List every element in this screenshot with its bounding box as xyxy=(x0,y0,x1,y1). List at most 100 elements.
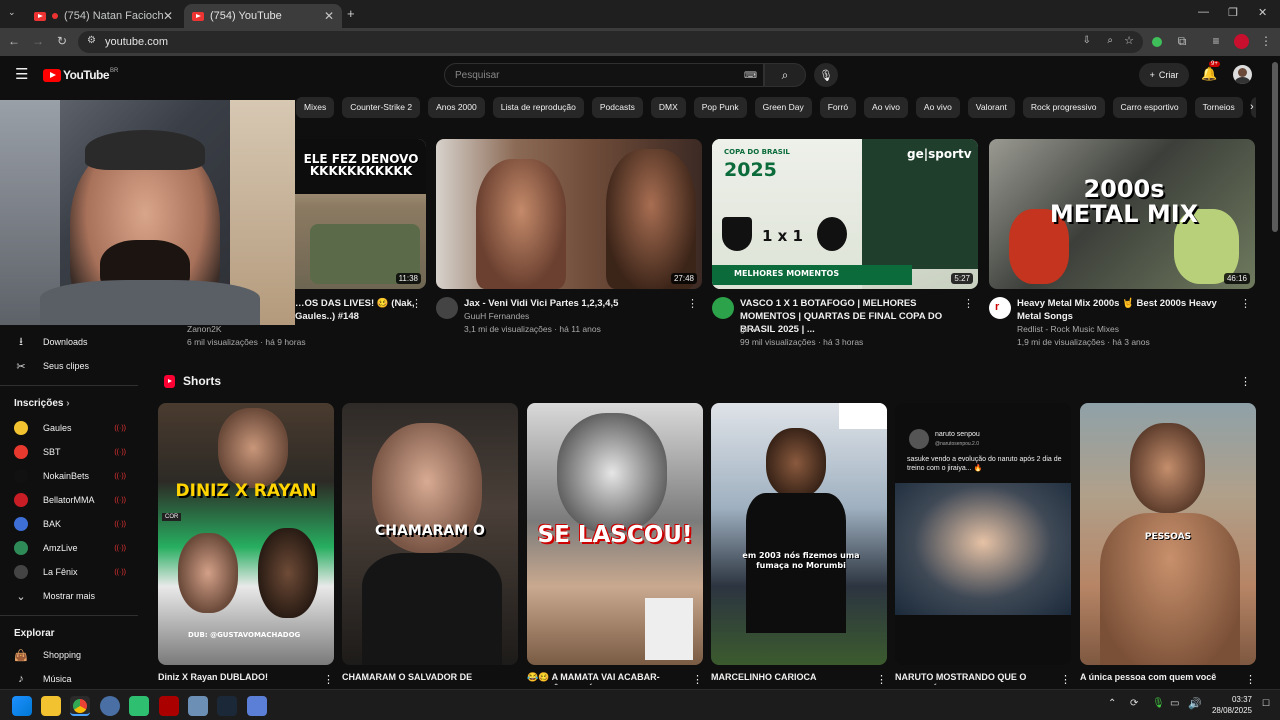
notifications-bell-icon[interactable]: 🔔 xyxy=(1201,66,1217,82)
subscription-item[interactable]: SBT ((·)) xyxy=(14,442,126,462)
video-thumbnail[interactable]: COPA DO BRASIL 2025 ge|sportv 1 x 1 MELH… xyxy=(712,139,978,289)
video-thumbnail[interactable]: 2000s METAL MIX 46:16 xyxy=(989,139,1255,289)
tab-youtube[interactable]: (754) YouTube ✕ xyxy=(184,4,342,28)
youtube-logo[interactable]: YouTube BR xyxy=(43,68,118,82)
minimize-button[interactable]: — xyxy=(1198,6,1209,18)
more-options-icon[interactable]: ⋮ xyxy=(1240,297,1251,310)
video-card[interactable]: 27:48 Jax - Veni Vidi Vici Partes 1,2,3,… xyxy=(436,139,702,357)
filter-chip[interactable]: Green Day xyxy=(754,97,812,118)
app-icon[interactable] xyxy=(159,696,179,716)
short-thumbnail[interactable]: naruto senpou @narutosenpou.2.0 sasuke v… xyxy=(895,403,1071,665)
sidebar-item-downloads[interactable]: ⭳ Downloads xyxy=(14,332,126,352)
filter-chip[interactable]: Forró xyxy=(819,97,857,118)
more-options-icon[interactable]: ⋮ xyxy=(1060,673,1071,686)
short-thumbnail[interactable]: PESSOAS xyxy=(1080,403,1256,665)
maximize-button[interactable]: ❐ xyxy=(1228,6,1238,19)
reload-icon[interactable]: ↻ xyxy=(54,34,70,48)
short-card[interactable]: DINIZ X RAYAN COR DUB: @GUSTAVOMACHADOG … xyxy=(158,403,334,686)
channel-name[interactable]: GuuH Fernandes xyxy=(464,310,529,323)
filter-chip[interactable]: Torneios xyxy=(1194,97,1243,118)
channel-name[interactable]: ge ✔ xyxy=(740,323,759,336)
shorts-more-options-icon[interactable]: ⋮ xyxy=(1240,375,1251,388)
subscription-item[interactable]: Gaules ((·)) xyxy=(14,418,126,438)
video-card[interactable]: 2000s METAL MIX 46:16 r Heavy Metal Mix … xyxy=(989,139,1255,357)
more-options-icon[interactable]: ⋮ xyxy=(411,297,422,310)
tray-app-icon[interactable]: ⟳ xyxy=(1130,698,1138,709)
file-explorer-icon[interactable] xyxy=(41,696,61,716)
microphone-tray-icon[interactable]: 🎙 xyxy=(1152,698,1165,709)
filter-chip[interactable]: Lista de reprodução xyxy=(492,97,584,118)
filter-chip[interactable]: DMX xyxy=(650,97,686,118)
notification-center-icon[interactable]: ☐ xyxy=(1262,698,1270,709)
more-options-icon[interactable]: ⋮ xyxy=(323,673,334,686)
sidebar-item-shopping[interactable]: 👜 Shopping xyxy=(14,645,126,665)
channel-avatar[interactable] xyxy=(712,297,734,319)
tab-natan[interactable]: (754) Natan Faciochi CB/RB/CD ✕ xyxy=(26,4,181,28)
short-thumbnail[interactable]: DINIZ X RAYAN COR DUB: @GUSTAVOMACHADOG xyxy=(158,403,334,665)
reading-list-icon[interactable]: ≡ xyxy=(1208,34,1224,48)
filter-chip[interactable]: Counter-Strike 2 xyxy=(342,97,421,118)
video-thumbnail[interactable]: 27:48 xyxy=(436,139,702,289)
site-info-icon[interactable]: ⚙ xyxy=(87,35,96,46)
filter-chip[interactable]: Valorant xyxy=(967,97,1015,118)
filter-chip[interactable]: Mixes xyxy=(296,97,335,118)
video-title[interactable]: VASCO 1 X 1 BOTAFOGO | MELHORES MOMENTOS… xyxy=(740,297,962,336)
short-title[interactable]: NARUTO MOSTRANDO QUE O JIRAIYA É O MAIOR… xyxy=(895,671,1050,685)
more-options-icon[interactable]: ⋮ xyxy=(876,673,887,686)
short-title[interactable]: Diniz X Rayan DUBLADO! #dublagem #brasil… xyxy=(158,671,313,685)
filter-chip[interactable]: Anos 2000 xyxy=(428,97,485,118)
extension-green-icon[interactable] xyxy=(1152,37,1162,47)
short-title[interactable]: MARCELINHO CARIOCA RELEMBRA SEU GOL MAIS… xyxy=(711,671,866,685)
system-clock[interactable]: 03:37 28/08/2025 xyxy=(1210,694,1252,716)
show-more-button[interactable]: ⌄ Mostrar mais xyxy=(14,586,126,606)
app-icon[interactable] xyxy=(188,696,208,716)
more-options-icon[interactable]: ⋮ xyxy=(687,297,698,310)
short-title[interactable]: A única pessoa com quem você deve se com… xyxy=(1080,671,1235,685)
zoom-icon[interactable]: ⌕ xyxy=(1107,35,1113,46)
close-tab-icon[interactable]: ✕ xyxy=(324,9,334,23)
short-card[interactable]: naruto senpou @narutosenpou.2.0 sasuke v… xyxy=(895,403,1071,686)
subscription-item[interactable]: BellatorMMA ((·)) xyxy=(14,490,126,510)
more-options-icon[interactable]: ⋮ xyxy=(963,297,974,310)
steam-icon[interactable] xyxy=(217,696,237,716)
keyboard-icon[interactable]: ⌨ xyxy=(744,70,757,81)
filter-chip[interactable]: Pop Punk xyxy=(693,97,747,118)
short-title[interactable]: CHAMARAM O SALVADOR DE OLHO... mas deu r… xyxy=(342,671,497,685)
short-thumbnail[interactable]: em 2003 nós fizemos uma fumaça no Morumb… xyxy=(711,403,887,665)
filter-chip[interactable]: Ao vivo xyxy=(864,97,908,118)
extensions-icon[interactable]: ⧉ xyxy=(1174,34,1190,49)
more-options-icon[interactable]: ⋮ xyxy=(1245,673,1256,686)
address-bar[interactable]: ⚙ youtube.com ⇩ ⌕ ☆ xyxy=(78,31,1143,53)
filter-chip[interactable]: Rock progressivo xyxy=(1022,97,1105,118)
filter-chip[interactable]: Podcasts xyxy=(591,97,643,118)
chrome-icon[interactable] xyxy=(70,696,90,716)
short-title[interactable]: 😂🥴 A MAMATA VAI ACABAR- CACHÊ DE ATÉ R$ … xyxy=(527,671,682,685)
subscription-item[interactable]: AmzLive ((·)) xyxy=(14,538,126,558)
video-title[interactable]: Jax - Veni Vidi Vici Partes 1,2,3,4,5 xyxy=(464,297,686,310)
volume-icon[interactable]: 🔊 xyxy=(1188,697,1202,710)
app-icon[interactable] xyxy=(129,696,149,716)
short-thumbnail[interactable]: SE LASCOU! xyxy=(527,403,703,665)
create-button[interactable]: + Criar xyxy=(1139,63,1189,87)
subscription-item[interactable]: La Fênix ((·)) xyxy=(14,562,126,582)
more-options-icon[interactable]: ⋮ xyxy=(692,673,703,686)
channel-avatar[interactable]: r xyxy=(989,297,1011,319)
sidebar-item-clips[interactable]: ✂ Seus clipes xyxy=(14,356,126,376)
account-avatar[interactable] xyxy=(1233,65,1252,84)
video-title[interactable]: …OS DAS LIVES! 🥴 (Nak, Gaules..) #148 xyxy=(295,297,415,323)
video-card[interactable]: COPA DO BRASIL 2025 ge|sportv 1 x 1 MELH… xyxy=(712,139,978,357)
close-tab-icon[interactable]: ✕ xyxy=(163,9,173,23)
profile-avatar[interactable] xyxy=(1234,34,1249,49)
tab-search-icon[interactable]: ⌄ xyxy=(8,7,16,18)
channel-name[interactable]: Redlist - Rock Music Mixes xyxy=(1017,323,1119,336)
browser-menu-icon[interactable]: ⋮ xyxy=(1258,34,1274,48)
install-app-icon[interactable]: ⇩ xyxy=(1083,35,1091,46)
search-button[interactable]: ⌕ xyxy=(764,63,806,87)
short-card[interactable]: SE LASCOU! 😂🥴 A MAMATA VAI ACABAR- CACHÊ… xyxy=(527,403,703,686)
app-icon[interactable] xyxy=(100,696,120,716)
forward-icon[interactable]: → xyxy=(30,34,46,48)
subscription-item[interactable]: BAK ((·)) xyxy=(14,514,126,534)
network-icon[interactable]: ▭ xyxy=(1170,698,1179,709)
channel-avatar[interactable] xyxy=(436,297,458,319)
new-tab-button[interactable]: + xyxy=(347,6,355,21)
